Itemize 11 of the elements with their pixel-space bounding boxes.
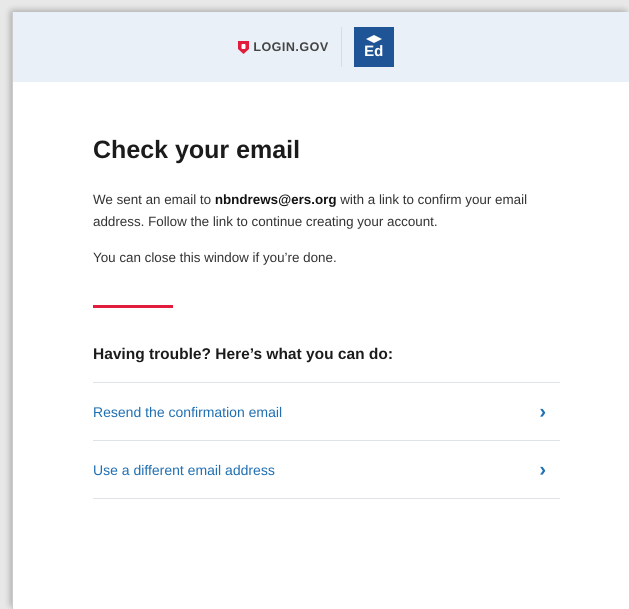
page-heading: Check your email (93, 136, 302, 165)
option-link[interactable]: Use a different email address › (93, 441, 560, 499)
partner-logo: Ed (354, 27, 394, 67)
brand-logo: LOGIN.GOV (253, 40, 329, 54)
body-text: We sent an email to nbndrews@ers.org with a link to confirm your email address. Follow the link to continue creating your account. (93, 191, 528, 231)
body-text: You can close this window if you’re done. (93, 249, 338, 267)
chevron-icon: › (539, 460, 546, 480)
section-heading: Having trouble? Here’s what you can do: (93, 346, 394, 364)
shield-icon (238, 40, 250, 54)
chevron-icon: › (539, 402, 546, 422)
option-link[interactable]: Resend the confirmation email › (93, 383, 560, 441)
